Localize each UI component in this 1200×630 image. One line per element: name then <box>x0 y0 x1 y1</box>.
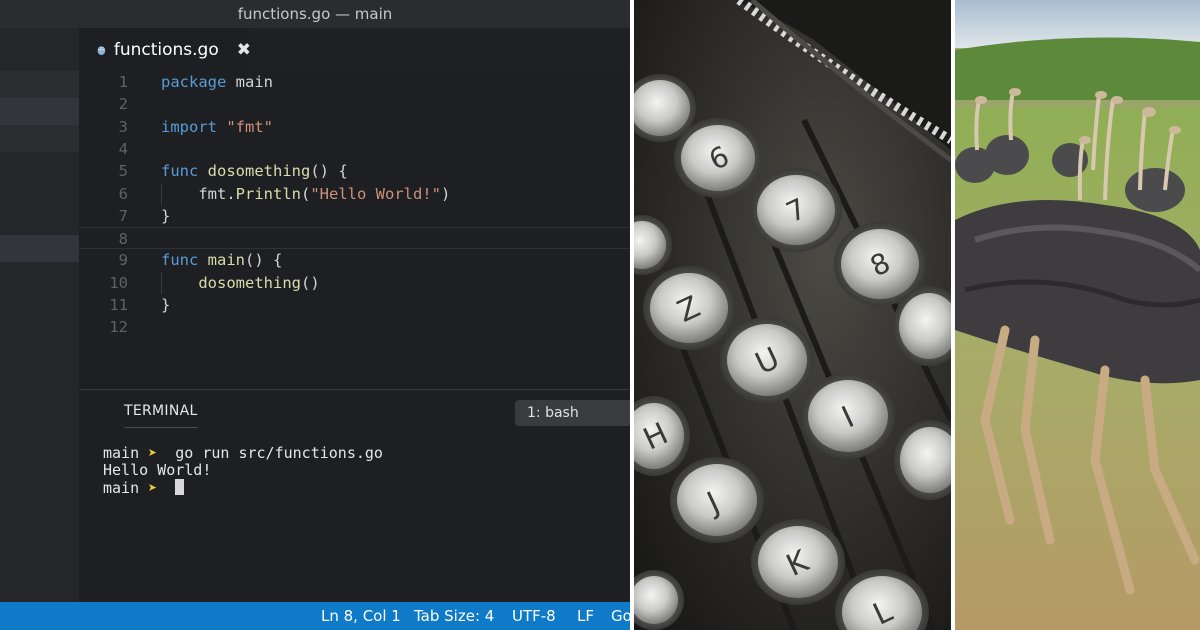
code-line[interactable]: 9 func main() { <box>79 249 630 271</box>
code-line[interactable]: 7} <box>79 205 630 227</box>
prompt-arrow-icon: ➤ <box>148 479 158 497</box>
line-number: 4 <box>118 139 128 158</box>
status-bar: Ln 8, Col 1 Tab Size: 4 UTF-8 LF Go <box>0 602 630 630</box>
code-text: dosomething() <box>161 272 320 294</box>
code-text: } <box>161 294 170 316</box>
code-line[interactable]: 2 <box>79 93 630 115</box>
line-number: 2 <box>118 95 128 114</box>
terminal-panel[interactable]: TERMINAL 1: bash main ➤ go run src/funct… <box>79 389 630 603</box>
code-text: import "fmt" <box>161 116 273 138</box>
prompt-name: main <box>103 444 140 462</box>
sidebar-row[interactable] <box>0 71 79 98</box>
ostrich-illustration <box>955 0 1200 630</box>
terminal-line-command: main ➤ go run src/functions.go <box>103 444 383 462</box>
tab-label: functions.go <box>113 39 219 60</box>
code-token: main <box>207 251 245 270</box>
code-token: func <box>161 162 199 181</box>
line-number: 5 <box>118 162 128 181</box>
sidebar-row-selected[interactable] <box>0 98 79 125</box>
code-line[interactable]: 12 <box>79 316 630 338</box>
sidebar-row-active[interactable] <box>0 235 79 262</box>
terminal-command: go run src/functions.go <box>175 444 383 462</box>
code-token: "Hello World!" <box>310 184 441 203</box>
code-token: () { <box>310 162 348 181</box>
code-line[interactable]: 1 package main <box>79 71 630 93</box>
code-token: Println <box>235 184 301 203</box>
typewriter-illustration: 6 7 8 Z U I H J K L <box>634 0 951 630</box>
code-token: package <box>161 73 227 91</box>
code-token: fmt. <box>161 184 236 203</box>
line-number: 9 <box>118 251 128 270</box>
code-token: dosomething <box>198 273 301 292</box>
code-text: package main <box>161 71 273 93</box>
ostrich-photo <box>955 0 1200 630</box>
code-token: } <box>161 296 171 314</box>
window-title: functions.go — main <box>237 5 393 23</box>
line-number: 8 <box>118 230 128 249</box>
code-token: "fmt" <box>217 117 273 136</box>
code-area[interactable]: 1 package main 2 3 import "fmt" 4 5 func dosome… <box>79 71 630 389</box>
code-token: dosomething <box>207 162 311 181</box>
prompt-name: main <box>103 479 140 497</box>
line-number: 7 <box>118 206 128 225</box>
line-number: 12 <box>109 318 128 337</box>
code-line[interactable]: 4 <box>79 138 630 160</box>
sidebar-row[interactable] <box>0 125 79 152</box>
line-number: 10 <box>109 273 128 292</box>
status-eol[interactable]: LF <box>577 602 594 630</box>
line-number: 1 <box>118 73 128 91</box>
close-icon[interactable]: ✖ <box>237 40 251 60</box>
status-encoding[interactable]: UTF-8 <box>512 602 556 630</box>
explorer-sidebar <box>0 28 79 602</box>
code-token: ) <box>440 184 451 203</box>
code-token: func <box>161 251 199 270</box>
prompt-arrow-icon: ➤ <box>148 444 158 462</box>
line-number: 3 <box>118 117 128 136</box>
code-token: () <box>300 273 320 292</box>
code-token: ( <box>300 184 311 203</box>
typewriter-photo: 6 7 8 Z U I H J K L <box>634 0 951 630</box>
terminal-line-prompt[interactable]: main ➤ <box>103 479 185 497</box>
terminal-cursor <box>175 479 185 495</box>
code-text: func main() { <box>161 249 282 271</box>
code-text: } <box>161 205 170 227</box>
tab-terminal[interactable]: TERMINAL <box>124 403 198 428</box>
go-gopher-icon <box>97 45 106 55</box>
status-tab-size[interactable]: Tab Size: 4 <box>414 602 494 630</box>
window-titlebar: functions.go — main <box>0 0 630 28</box>
code-line[interactable]: 10 dosomething() <box>79 271 630 294</box>
code-line[interactable]: 3 import "fmt" <box>79 116 630 138</box>
status-language[interactable]: Go <box>611 602 630 630</box>
code-line[interactable]: 6 fmt.Println("Hello World!") <box>79 182 630 205</box>
line-number: 11 <box>109 296 128 314</box>
code-text: fmt.Println("Hello World!") <box>161 183 450 205</box>
code-token: import <box>161 117 217 136</box>
code-token: } <box>161 206 171 225</box>
code-text: func dosomething() { <box>161 160 348 182</box>
terminal-output: Hello World! <box>103 461 212 479</box>
code-line[interactable]: 8 <box>79 227 630 250</box>
terminal-shell-select[interactable]: 1: bash <box>515 400 630 426</box>
code-line[interactable]: 5 func dosomething() { <box>79 160 630 182</box>
code-token: () { <box>245 251 283 270</box>
code-line[interactable]: 11} <box>79 294 630 316</box>
tab-functions-go[interactable]: functions.go ✖ <box>79 28 251 71</box>
status-cursor-position[interactable]: Ln 8, Col 1 <box>321 602 401 630</box>
line-number: 6 <box>118 184 128 203</box>
code-editor-window: functions.go — main functions.go ✖ 1 pack… <box>0 0 630 630</box>
code-token: main <box>226 73 273 91</box>
